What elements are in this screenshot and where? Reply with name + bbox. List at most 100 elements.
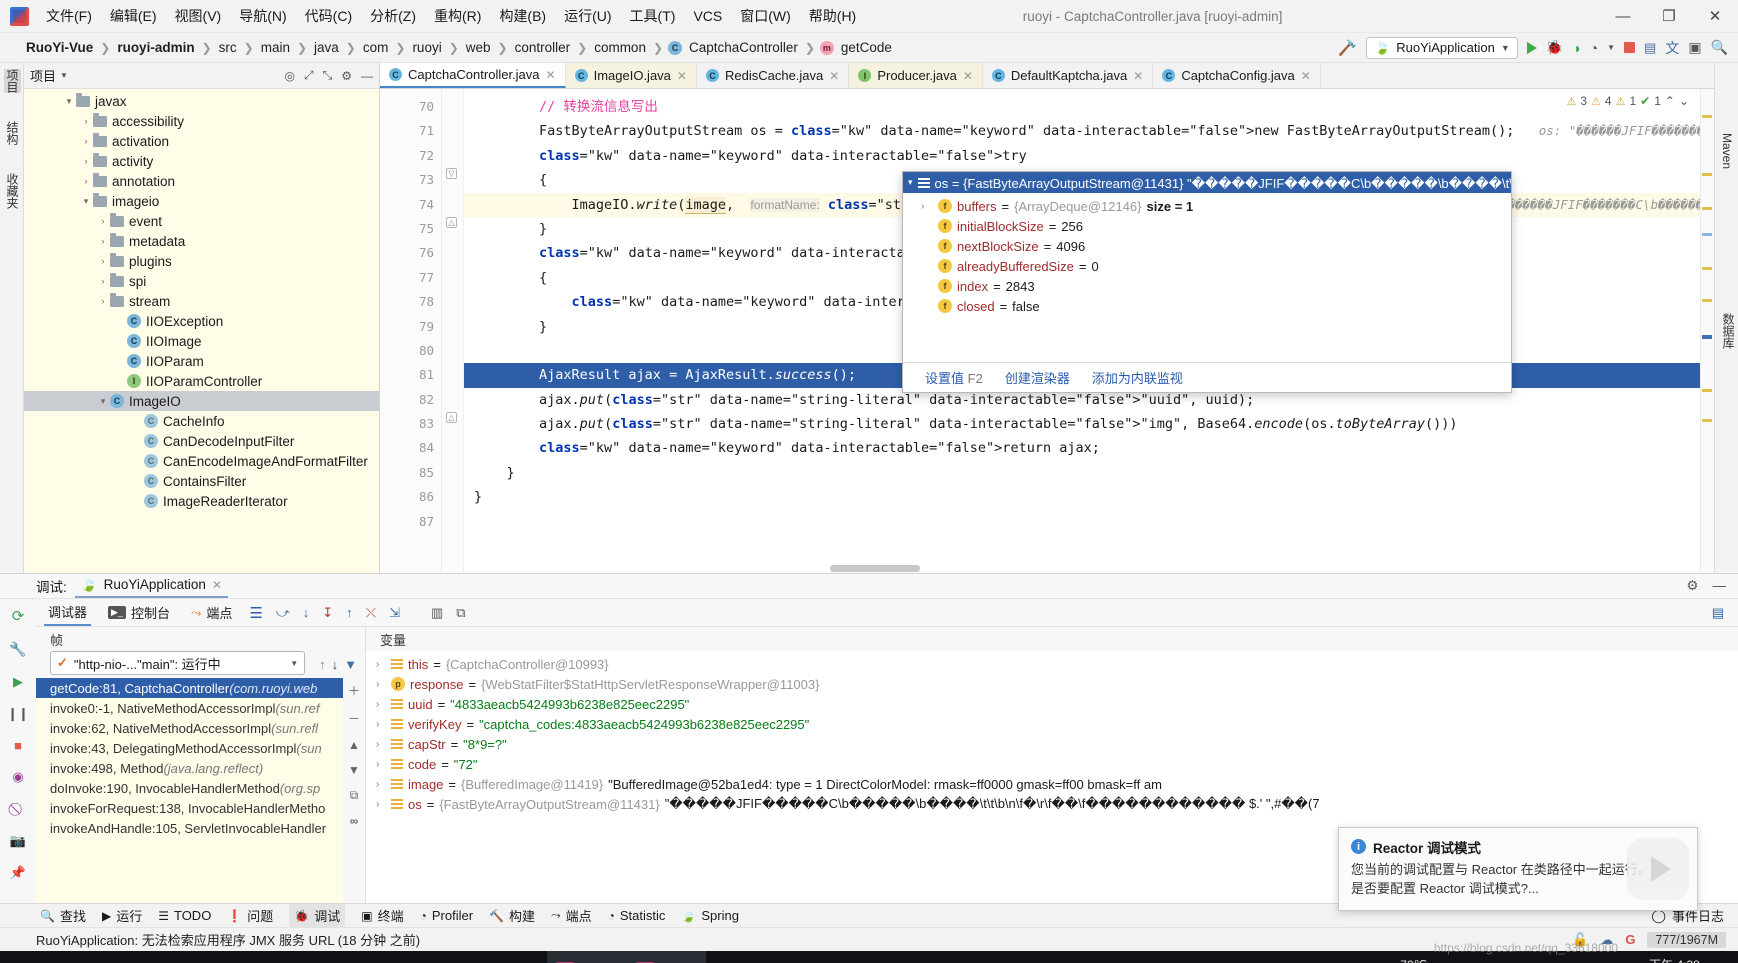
menu-vcs[interactable]: VCS xyxy=(684,4,731,28)
tool-window-TODO[interactable]: ☰ TODO xyxy=(158,908,211,923)
chevron-right-icon[interactable]: › xyxy=(376,719,386,730)
menu-analyze[interactable]: 分析(Z) xyxy=(361,2,425,30)
code-line[interactable]: // 转换流信息写出 xyxy=(474,95,1714,119)
editor-tab[interactable]: C RedisCache.java ✕ xyxy=(696,63,850,88)
chevron-right-icon[interactable]: › xyxy=(376,799,386,810)
tree-item[interactable]: C IIOParam xyxy=(24,351,379,371)
maximize-button[interactable]: ❐ xyxy=(1646,0,1692,32)
chevron-right-icon[interactable]: › xyxy=(96,276,110,286)
inspection-mark[interactable] xyxy=(1702,299,1712,302)
fold-marker-icon[interactable]: △ xyxy=(446,412,457,423)
taskbar-item[interactable]: 创作... xyxy=(84,951,161,963)
close-icon[interactable]: ✕ xyxy=(1133,69,1143,83)
code-line[interactable]: class="kw" data-name="keyword" data-inte… xyxy=(474,436,1714,460)
tab-console[interactable]: ▶_ 控制台 xyxy=(104,600,174,625)
frames-list[interactable]: getCode:81, CaptchaController (com.ruoyi… xyxy=(36,678,343,903)
hide-panel-icon[interactable]: — xyxy=(361,69,373,83)
chevron-right-icon[interactable]: › xyxy=(376,739,386,750)
chevron-right-icon[interactable]: › xyxy=(376,659,386,670)
code-line[interactable]: ajax.put(class="str" data-name="string-l… xyxy=(474,412,1714,436)
run-coverage-button[interactable]: ◑ xyxy=(1572,40,1580,56)
inspection-mark[interactable] xyxy=(1702,207,1712,210)
code-line[interactable]: } xyxy=(474,461,1714,485)
project-tree[interactable]: ▾ javax › accessibility › activation › activity… xyxy=(24,89,379,573)
tool-window-运行[interactable]: ▶ 运行 xyxy=(102,906,142,925)
tree-item[interactable]: C CanDecodeInputFilter xyxy=(24,431,379,451)
tree-item[interactable]: › metadata xyxy=(24,231,379,251)
chevron-down-icon[interactable]: ▼ xyxy=(290,659,298,668)
clock-widget[interactable]: 下午 4:38 2021/1/13 xyxy=(1648,958,1707,963)
resume-program-icon[interactable]: ▶ xyxy=(13,674,23,690)
close-icon[interactable]: ✕ xyxy=(1301,69,1311,83)
code-line[interactable]: class="kw" data-name="keyword" data-inte… xyxy=(474,144,1714,168)
memory-indicator[interactable]: 777/1967M xyxy=(1647,931,1726,948)
chevron-right-icon[interactable]: › xyxy=(79,176,93,186)
tab-debugger[interactable]: 调试器 xyxy=(44,599,92,626)
inspection-mark[interactable] xyxy=(1702,389,1712,392)
tree-item[interactable]: › annotation xyxy=(24,171,379,191)
frame-row[interactable]: invokeForRequest:138, InvocableHandlerMe… xyxy=(36,798,343,818)
inspection-summary[interactable]: ⚠ 3 ⚠ 4 ⚠ 1 ✔ 1 ⌃ ⌄ xyxy=(1563,93,1692,109)
close-icon[interactable]: ✕ xyxy=(212,578,222,592)
inspection-gutter[interactable] xyxy=(1700,89,1714,573)
popup-field-row[interactable]: f nextBlockSize = 4096 xyxy=(903,236,1511,256)
evaluate-expression-icon[interactable]: ▥ xyxy=(431,605,443,621)
stop-button[interactable] xyxy=(1624,42,1636,53)
popup-field-row[interactable]: f initialBlockSize = 256 xyxy=(903,216,1511,236)
remove-watch-icon[interactable]: － xyxy=(348,710,360,727)
camera-icon[interactable]: 📷 xyxy=(10,833,26,849)
taskbar-item[interactable]: redis... xyxy=(706,951,786,963)
layout-icon[interactable]: ☰ xyxy=(249,604,262,622)
close-icon[interactable]: ✕ xyxy=(963,69,973,83)
previous-problem-icon[interactable]: ⌃ xyxy=(1665,94,1675,108)
chevron-right-icon[interactable]: › xyxy=(96,236,110,246)
taskbar-item[interactable]: 视频... xyxy=(948,951,1025,963)
play-video-button[interactable] xyxy=(1627,838,1689,900)
tool-strip-maven[interactable]: Maven xyxy=(1720,133,1734,169)
popup-field-row[interactable]: › f buffers = {ArrayDeque@12146} size = 1 xyxy=(903,196,1511,216)
chevron-right-icon[interactable]: › xyxy=(921,201,933,212)
chevron-right-icon[interactable]: › xyxy=(376,779,386,790)
run-to-cursor-icon[interactable]: ⇲ xyxy=(389,605,400,621)
gear-icon[interactable]: ⚙ xyxy=(1686,578,1698,594)
menu-edit[interactable]: 编辑(E) xyxy=(101,2,166,30)
menu-navigate[interactable]: 导航(N) xyxy=(230,2,295,30)
menu-build[interactable]: 构建(B) xyxy=(490,2,555,30)
chevron-right-icon[interactable]: › xyxy=(96,256,110,266)
popup-field-row[interactable]: f alreadyBufferedSize = 0 xyxy=(903,256,1511,276)
gear-icon[interactable]: ⚙ xyxy=(341,69,352,83)
menu-file[interactable]: 文件(F) xyxy=(37,2,101,30)
fold-gutter[interactable]: ▽ △ △ xyxy=(442,89,464,573)
debug-session-tab[interactable]: 🍃 RuoYiApplication ✕ xyxy=(74,575,228,598)
step-out-icon[interactable]: ↑ xyxy=(346,605,353,620)
taskbar-item[interactable]: *新建... xyxy=(866,951,948,963)
chevron-right-icon[interactable]: › xyxy=(376,699,386,710)
taskbar-item[interactable]: 1610... xyxy=(786,951,866,963)
editor-horizontal-scrollbar[interactable] xyxy=(830,565,920,572)
screen-icon[interactable]: ▣ xyxy=(1688,39,1701,56)
stop-icon[interactable]: ■ xyxy=(14,738,22,753)
chevron-right-icon[interactable]: › xyxy=(79,116,93,126)
step-over-icon[interactable]: ⤻ xyxy=(276,605,290,621)
next-problem-icon[interactable]: ⌄ xyxy=(1679,94,1689,108)
tree-item[interactable]: › stream xyxy=(24,291,379,311)
tool-window-构建[interactable]: 🔨 构建 xyxy=(489,906,535,925)
variable-row[interactable]: › os = {FastByteArrayOutputStream@11431} "��… xyxy=(366,794,1738,814)
chevron-down-icon[interactable]: ▼ xyxy=(60,71,68,80)
google-icon[interactable]: G xyxy=(1625,932,1635,947)
breadcrumb-web[interactable]: web xyxy=(464,40,493,55)
code-line[interactable] xyxy=(474,510,1714,534)
close-icon[interactable]: ✕ xyxy=(677,69,687,83)
view-breakpoints-icon[interactable]: ◉ xyxy=(12,769,23,785)
tool-window-查找[interactable]: 🔍 查找 xyxy=(40,906,86,925)
frame-up-icon[interactable]: ↑ xyxy=(313,657,332,672)
breadcrumb-module[interactable]: ruoyi-admin xyxy=(115,40,196,55)
breadcrumb-src[interactable]: src xyxy=(217,40,239,55)
run-configuration-selector[interactable]: 🍃 RuoYiApplication ▼ xyxy=(1366,36,1518,59)
copy-icon[interactable]: ⧉ xyxy=(350,788,359,803)
code-line[interactable]: FastByteArrayOutputStream os = class="kw… xyxy=(474,119,1714,143)
frame-row[interactable]: invoke:498, Method (java.lang.reflect) xyxy=(36,758,343,778)
step-into-icon[interactable]: ↓ xyxy=(303,605,310,620)
tree-item[interactable]: C ContainsFilter xyxy=(24,471,379,491)
taskbar-item[interactable]: 任务... xyxy=(316,951,393,963)
